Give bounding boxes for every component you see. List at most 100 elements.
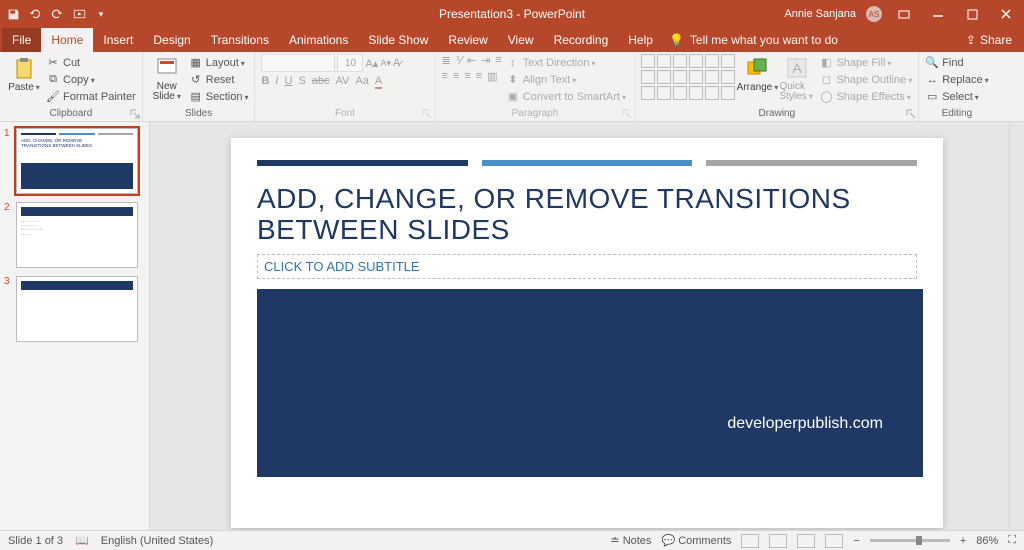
convert-smartart-button[interactable]: ▣Convert to SmartArt [506,88,626,105]
slide-thumbnail-1[interactable]: ADD, CHANGE, OR REMOVE TRANSITIONS BETWE… [16,128,138,194]
reset-button[interactable]: ↺Reset [189,71,249,88]
tab-animations[interactable]: Animations [279,28,358,52]
change-case-button[interactable]: Aa [355,75,368,89]
text-direction-button[interactable]: ↕Text Direction [506,54,626,71]
align-text-button[interactable]: ⬍Align Text [506,71,626,88]
shape-fill-button[interactable]: ◧Shape Fill [819,54,912,71]
bullets-button[interactable]: ≣ [441,54,450,67]
copy-button[interactable]: ⧉Copy [46,71,136,88]
slide-thumbnail-3[interactable] [16,276,138,342]
tell-me-search[interactable]: 💡 Tell me what you want to do [669,33,838,47]
watermark-text: developerpublish.com [727,415,883,433]
new-slide-label: New Slide [149,82,185,102]
svg-text:A: A [793,60,803,76]
clear-formatting-icon[interactable]: A̷ [393,57,400,69]
zoom-in-button[interactable]: + [960,535,966,547]
comments-button[interactable]: 💬 Comments [661,534,731,547]
slide-counter[interactable]: Slide 1 of 3 [8,535,63,547]
reading-view-button[interactable] [797,534,815,548]
numbering-button[interactable]: ⅟ [456,54,462,67]
slide-thumbnail-2[interactable]: — — — — —— — — —— — — — — —— — — [16,202,138,268]
user-avatar[interactable]: AS [866,6,882,22]
character-spacing-button[interactable]: AV [336,75,350,89]
shape-effects-icon: ◯ [819,90,833,104]
maximize-button[interactable] [960,4,984,24]
arrange-label: Arrange [737,82,779,93]
quick-styles-button[interactable]: A Quick Styles [779,54,815,102]
content-block[interactable]: developerpublish.com [257,289,923,477]
save-icon[interactable] [6,7,20,21]
paste-button[interactable]: Paste [6,54,42,93]
replace-button[interactable]: ↔Replace [925,71,988,88]
fit-to-window-button[interactable]: ⛶ [1008,534,1016,547]
subtitle-placeholder[interactable]: CLICK TO ADD SUBTITLE [257,254,917,279]
zoom-slider[interactable] [870,539,950,542]
select-icon: ▭ [925,90,939,104]
align-left-button[interactable]: ≡ [441,70,447,83]
shapes-gallery[interactable] [641,54,735,100]
columns-button[interactable]: ▥ [487,70,497,83]
ribbon-display-icon[interactable] [892,4,916,24]
tab-home[interactable]: Home [41,28,93,52]
slide-canvas[interactable]: ADD, CHANGE, OR REMOVE TRANSITIONS BETWE… [231,138,943,528]
tab-view[interactable]: View [498,28,544,52]
zoom-out-button[interactable]: − [853,535,859,547]
line-spacing-button[interactable]: ≡ [495,54,501,67]
thumb-number: 2 [4,202,12,268]
align-center-button[interactable]: ≡ [453,70,459,83]
italic-button[interactable]: I [275,75,278,89]
tab-slideshow[interactable]: Slide Show [358,28,438,52]
select-button[interactable]: ▭Select [925,88,988,105]
tab-help[interactable]: Help [618,28,663,52]
minimize-button[interactable] [926,4,950,24]
shape-outline-button[interactable]: ◻Shape Outline [819,71,912,88]
arrange-button[interactable]: Arrange [739,54,775,93]
font-name-input[interactable] [261,54,335,72]
shadow-button[interactable]: S [298,75,305,89]
decrease-indent-button[interactable]: ⇤ [467,54,476,67]
font-color-button[interactable]: A [375,75,382,89]
dialog-launcher-icon[interactable] [622,109,632,119]
increase-indent-button[interactable]: ⇥ [481,54,490,67]
tab-file[interactable]: File [2,28,41,52]
undo-icon[interactable] [28,7,42,21]
slide-title[interactable]: ADD, CHANGE, OR REMOVE TRANSITIONS BETWE… [257,184,917,246]
slideshow-view-button[interactable] [825,534,843,548]
dialog-launcher-icon[interactable] [130,109,140,119]
decrease-font-icon[interactable]: A▾ [380,58,391,69]
align-right-button[interactable]: ≡ [464,70,470,83]
new-slide-button[interactable]: New Slide [149,54,185,102]
find-button[interactable]: 🔍Find [925,54,988,71]
tab-design[interactable]: Design [143,28,200,52]
start-from-beginning-icon[interactable] [72,7,86,21]
increase-font-icon[interactable]: A▴ [365,57,378,70]
tab-insert[interactable]: Insert [93,28,143,52]
format-painter-button[interactable]: 🖌Format Painter [46,88,136,105]
language-indicator[interactable]: English (United States) [101,535,214,547]
tab-transitions[interactable]: Transitions [201,28,279,52]
slide-sorter-view-button[interactable] [769,534,787,548]
notes-button[interactable]: ≐ Notes [610,534,651,547]
font-size-input[interactable]: 10 [337,54,363,72]
share-button[interactable]: ⇪ Share [954,33,1024,47]
spellcheck-icon[interactable]: 📖 [75,534,89,547]
shape-effects-button[interactable]: ◯Shape Effects [819,88,912,105]
dialog-launcher-icon[interactable] [422,109,432,119]
group-editing: 🔍Find ↔Replace ▭Select Editing [919,52,994,121]
bold-button[interactable]: B [261,75,269,89]
section-button[interactable]: ▤Section [189,88,249,105]
normal-view-button[interactable] [741,534,759,548]
tab-recording[interactable]: Recording [544,28,619,52]
zoom-level[interactable]: 86% [976,535,998,547]
justify-button[interactable]: ≡ [476,70,482,83]
close-button[interactable] [994,4,1018,24]
dialog-launcher-icon[interactable] [906,109,916,119]
redo-icon[interactable] [50,7,64,21]
layout-button[interactable]: ▦Layout [189,54,249,71]
user-name[interactable]: Annie Sanjana [784,8,856,20]
cut-button[interactable]: ✂Cut [46,54,136,71]
underline-button[interactable]: U [284,75,292,89]
strikethrough-button[interactable]: abc [312,75,330,89]
tab-review[interactable]: Review [438,28,497,52]
qat-customize-icon[interactable]: ▾ [94,7,108,21]
